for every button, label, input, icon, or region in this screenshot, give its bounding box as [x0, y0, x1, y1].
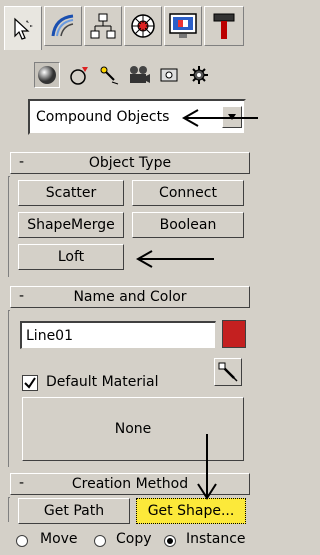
rollout-title: Object Type [88, 155, 172, 171]
motion-tab[interactable] [124, 6, 162, 46]
object-name-value: Line01 [26, 328, 73, 344]
spacewarps-button[interactable] [186, 62, 212, 88]
object-color-swatch[interactable] [222, 320, 246, 348]
get-shape-button[interactable]: Get Shape... [136, 498, 246, 524]
camera-icon [130, 66, 150, 83]
object-type-group-frame [8, 176, 10, 277]
modify-arc-icon [51, 14, 74, 37]
object-name-input[interactable]: Line01 [20, 321, 216, 349]
hierarchy-icon [90, 13, 116, 39]
display-monitor-icon [169, 13, 197, 38]
shapemerge-button[interactable]: ShapeMerge [18, 212, 124, 238]
gear-icon [190, 66, 208, 84]
material-none-button[interactable]: None [22, 397, 244, 461]
sphere-icon [38, 66, 56, 84]
rollout-title: Name and Color [73, 289, 187, 305]
move-label: Move [40, 531, 78, 547]
creation-method-rollout-header[interactable]: - Creation Method [10, 473, 250, 495]
hierarchy-tab[interactable] [84, 6, 122, 46]
light-icon [100, 66, 119, 85]
instance-label: Instance [186, 531, 246, 547]
lights-button[interactable] [96, 62, 122, 88]
category-dropdown-value: Compound Objects [36, 109, 170, 125]
name-color-group-frame [8, 310, 10, 467]
move-radio[interactable] [16, 535, 28, 547]
rollout-title: Creation Method [71, 476, 189, 492]
shapes-button[interactable] [66, 62, 92, 88]
object-type-rollout-header[interactable]: - Object Type [10, 152, 250, 174]
display-tab[interactable] [164, 6, 202, 46]
connect-button[interactable]: Connect [132, 180, 244, 206]
utilities-tab[interactable] [204, 6, 244, 46]
scatter-button[interactable]: Scatter [18, 180, 124, 206]
geometry-button[interactable] [34, 62, 60, 88]
utilities-hammer-icon [213, 13, 235, 39]
checkmark-icon [24, 377, 36, 389]
dropdown-button[interactable] [222, 106, 242, 128]
name-color-rollout-header[interactable]: - Name and Color [10, 286, 250, 308]
loft-button[interactable]: Loft [18, 244, 124, 270]
default-material-label: Default Material [46, 374, 159, 390]
helper-icon [160, 68, 178, 82]
shapes-icon [70, 67, 88, 85]
material-picker-button[interactable] [214, 358, 242, 386]
default-material-checkbox[interactable] [22, 375, 38, 391]
copy-radio[interactable] [94, 535, 106, 547]
copy-label: Copy [116, 531, 152, 547]
get-path-button[interactable]: Get Path [18, 498, 130, 524]
create-tab[interactable] [4, 6, 42, 50]
create-cursor-icon [14, 17, 33, 40]
modify-tab[interactable] [44, 6, 82, 46]
cameras-button[interactable] [126, 62, 152, 88]
boolean-button[interactable]: Boolean [132, 212, 244, 238]
instance-radio[interactable] [164, 535, 176, 547]
eyedropper-icon [218, 362, 238, 382]
helpers-button[interactable] [156, 62, 182, 88]
chevron-down-icon [228, 114, 236, 120]
motion-wheel-icon [131, 14, 155, 38]
category-dropdown[interactable]: Compound Objects [28, 99, 246, 135]
creation-group-frame [8, 497, 10, 522]
annotation-arrow-loft [135, 250, 214, 268]
